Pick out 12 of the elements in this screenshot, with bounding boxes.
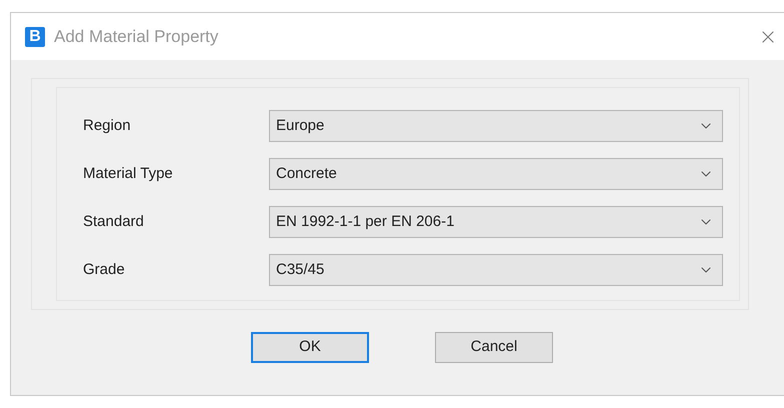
field-label: Standard [83, 212, 145, 232]
dropdown[interactable]: EN 1992-1-1 per EN 206-1 [269, 206, 723, 238]
dropdown[interactable]: Europe [269, 110, 723, 142]
field-label: Region [83, 116, 132, 136]
dialog-button[interactable]: Cancel [435, 332, 553, 363]
dropdown[interactable]: C35/45 [269, 254, 723, 286]
field-label: Material Type [83, 164, 174, 184]
field-label: Grade [83, 260, 126, 280]
window-title: Add Material Property [54, 26, 218, 48]
app-logo: B [25, 26, 45, 46]
dropdown[interactable]: Concrete [269, 158, 723, 190]
dialog-button[interactable]: OK [251, 332, 369, 363]
